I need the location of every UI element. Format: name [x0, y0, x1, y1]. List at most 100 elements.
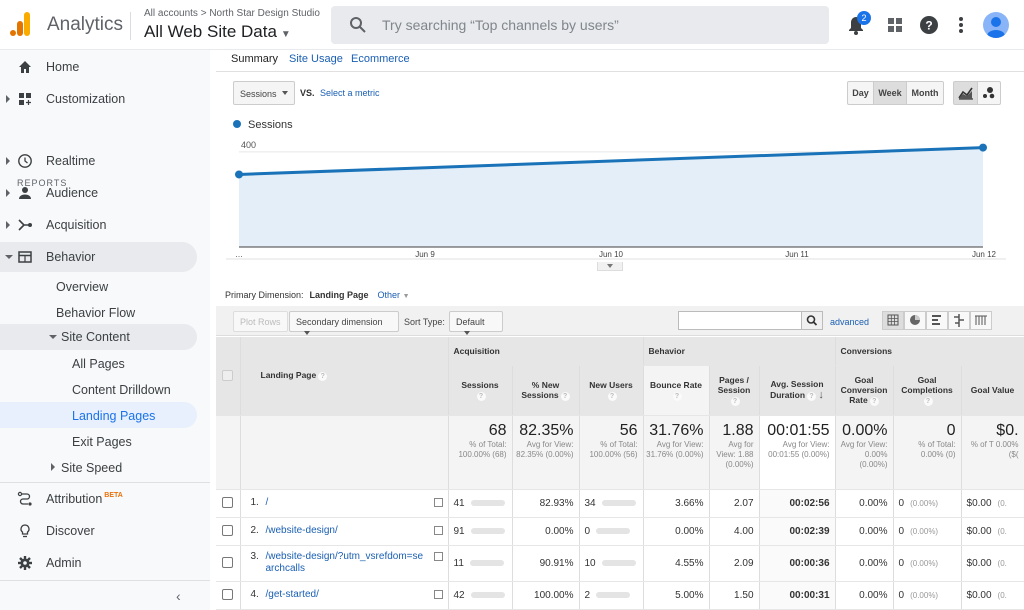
col-avg-session-duration[interactable]: Avg. Session Duration? ↓: [759, 365, 836, 416]
row-checkbox[interactable]: [222, 497, 234, 509]
table-search-button[interactable]: [801, 311, 823, 330]
gear-icon: [18, 556, 32, 570]
granularity-day-button[interactable]: Day: [847, 81, 874, 105]
table-search-input[interactable]: [678, 311, 803, 330]
search-bar[interactable]: Try searching “Top channels by users”: [331, 6, 829, 44]
sidebar-item-site-speed[interactable]: Site Speed: [0, 454, 197, 480]
sidebar-item-content-drilldown[interactable]: Content Drilldown: [0, 376, 197, 402]
col-sessions[interactable]: Sessions?: [448, 365, 513, 416]
landing-page-link[interactable]: /website-design/?utm_vsrefdom=searchcall…: [266, 551, 426, 575]
help-icon[interactable]: ?: [918, 14, 940, 36]
row-checkbox[interactable]: [222, 525, 234, 537]
chart-collapse-handle[interactable]: [597, 262, 623, 271]
col-pct-new-sessions[interactable]: % New Sessions?: [512, 365, 580, 416]
goal-completions-cell: 0 (0.00%): [893, 517, 962, 546]
help-icon[interactable]: ?: [869, 396, 879, 406]
more-vert-icon[interactable]: [950, 14, 972, 36]
sidebar-item-audience[interactable]: Audience: [0, 178, 197, 208]
sessions-value: 11: [453, 557, 464, 569]
other-dimension-link[interactable]: Other ▼: [378, 290, 410, 300]
sidebar-item-attribution[interactable]: Attribution BETA: [0, 484, 197, 514]
col-label: Pages / Session: [717, 374, 751, 395]
sort-type-select[interactable]: Default: [449, 311, 503, 335]
expand-arrow-icon: [6, 157, 10, 165]
line-chart-toggle[interactable]: [953, 81, 978, 105]
open-external-icon[interactable]: [433, 552, 443, 561]
sidebar-item-admin[interactable]: Admin: [0, 548, 197, 578]
col-label: New Users: [589, 379, 633, 390]
row-checkbox-cell: [216, 517, 241, 546]
col-pages-per-session[interactable]: Pages / Session?: [709, 365, 760, 416]
open-external-icon[interactable]: [433, 590, 443, 599]
sidebar-item-all-pages[interactable]: All Pages: [0, 350, 197, 376]
help-icon[interactable]: ?: [923, 396, 933, 406]
col-goal-conversion-rate[interactable]: Goal Conversion Rate?: [835, 365, 894, 416]
sidebar-item-realtime[interactable]: Realtime: [0, 146, 197, 176]
table-view-button[interactable]: [882, 311, 904, 330]
help-icon[interactable]: ?: [318, 372, 328, 382]
total-goal-rate: 0.00% Avg for View: 0.00% (0.00%): [835, 415, 894, 490]
help-icon[interactable]: ?: [607, 391, 617, 401]
landing-page-link[interactable]: /: [266, 497, 426, 509]
landing-page-link[interactable]: /get-started/: [266, 589, 426, 601]
tab-site-usage[interactable]: Site Usage: [289, 53, 343, 65]
sort-desc-arrow-icon[interactable]: ↓: [818, 389, 824, 401]
secondary-dimension-select[interactable]: Secondary dimension: [289, 311, 399, 335]
open-external-icon[interactable]: [433, 498, 443, 507]
col-goal-completions[interactable]: Goal Completions?: [893, 365, 962, 416]
col-goal-value[interactable]: Goal Value: [961, 365, 1024, 416]
sidebar-item-acquisition[interactable]: Acquisition: [0, 210, 197, 240]
sidebar-item-behavior[interactable]: Behavior: [0, 242, 197, 272]
view-selector[interactable]: All Web Site Data ▼: [144, 22, 291, 42]
goal-completions-cell: 0 (0.00%): [893, 581, 962, 610]
col-landing-page[interactable]: Landing Page?: [240, 337, 449, 416]
goal-completions-pct: (0.00%): [910, 498, 939, 508]
tab-summary[interactable]: Summary: [231, 53, 278, 65]
chevron-left-icon[interactable]: ‹: [176, 588, 181, 604]
explorer-tabs: Summary Site Usage Ecommerce: [216, 50, 1024, 72]
help-icon[interactable]: ?: [807, 392, 817, 401]
open-external-icon[interactable]: [433, 526, 443, 535]
avg-session-duration-cell: 00:02:39: [759, 517, 836, 546]
apps-grid-icon[interactable]: [884, 14, 906, 36]
sidebar-item-site-content[interactable]: Site Content: [0, 324, 197, 350]
metric-select[interactable]: Sessions: [233, 81, 295, 105]
tab-ecommerce[interactable]: Ecommerce: [351, 53, 410, 65]
sidebar-item-exit-pages[interactable]: Exit Pages: [0, 428, 197, 454]
comparison-view-button[interactable]: [948, 311, 970, 330]
analytics-logo-icon[interactable]: [10, 12, 32, 36]
select-all-checkbox[interactable]: [222, 370, 234, 382]
col-new-users[interactable]: New Users?: [579, 365, 644, 416]
granularity-week-button[interactable]: Week: [873, 81, 907, 105]
plot-rows-button[interactable]: Plot Rows: [233, 311, 288, 332]
table-row: 1./41 82.93% 34 3.66% 2.07 00:02:56 0.00% 0 (0.0…: [216, 489, 1024, 518]
goal-value-value: $0.00: [966, 589, 992, 601]
sidebar-item-discover[interactable]: Discover: [0, 516, 197, 546]
sessions-chart[interactable]: 200400…Jun 9Jun 10Jun 11Jun 12: [216, 130, 1024, 270]
sidebar-item-landing-pages[interactable]: Landing Pages: [0, 402, 197, 428]
account-breadcrumb[interactable]: All accounts > North Star Design Studio: [144, 8, 320, 19]
help-icon[interactable]: ?: [476, 391, 486, 401]
col-bounce-rate[interactable]: Bounce Rate?: [643, 365, 710, 416]
col-label: Bounce Rate: [650, 379, 702, 390]
performance-view-button[interactable]: [926, 311, 948, 330]
sidebar-item-home[interactable]: Home: [0, 52, 197, 82]
help-icon[interactable]: ?: [730, 396, 740, 406]
advanced-filter-link[interactable]: advanced: [830, 317, 869, 327]
pie-view-button[interactable]: [904, 311, 926, 330]
landing-page-link[interactable]: /website-design/: [266, 525, 426, 537]
goal-completions-value: 0: [898, 525, 905, 537]
select-metric-link[interactable]: Select a metric: [320, 88, 380, 98]
pivot-view-button[interactable]: [970, 311, 992, 330]
row-checkbox[interactable]: [222, 557, 234, 569]
help-icon[interactable]: ?: [672, 391, 682, 401]
help-icon[interactable]: ?: [560, 391, 570, 401]
granularity-month-button[interactable]: Month: [906, 81, 944, 105]
motion-chart-toggle[interactable]: [977, 81, 1001, 105]
row-checkbox[interactable]: [222, 589, 234, 601]
primary-dimension-current[interactable]: Landing Page: [310, 290, 369, 300]
account-avatar[interactable]: [983, 12, 1009, 38]
sidebar-item-customization[interactable]: Customization: [0, 84, 197, 114]
sessions-cell: 42: [448, 581, 513, 610]
goal-value-value: $0.00: [966, 497, 992, 509]
